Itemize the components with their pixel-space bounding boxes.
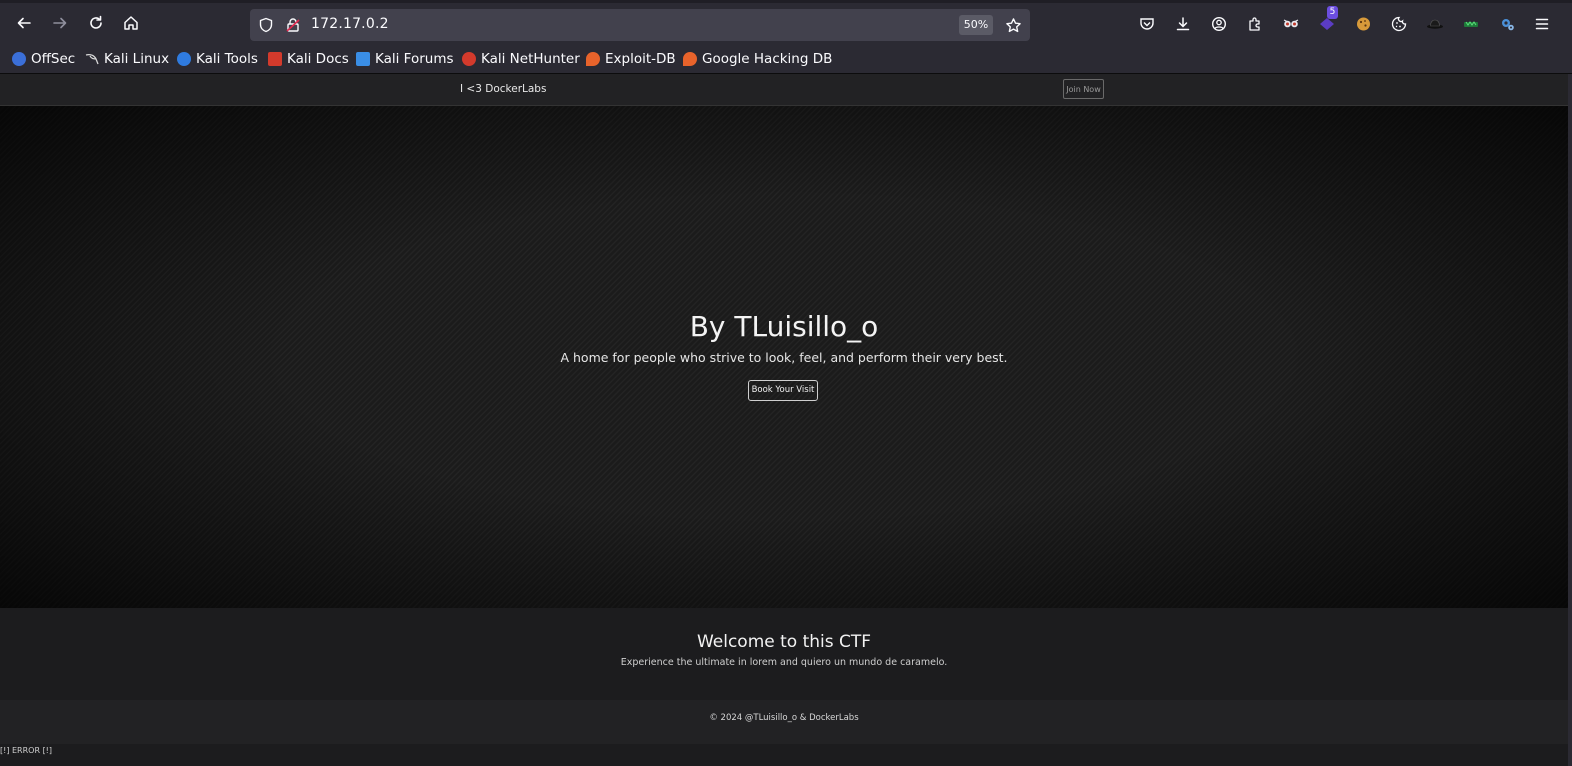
- join-now-button[interactable]: Join Now: [1063, 79, 1104, 99]
- bookmark-kali-forums[interactable]: Kali Forums: [356, 50, 454, 68]
- kali-tools-icon: [177, 52, 191, 66]
- footer-copyright: © 2024 @TLuisillo_o & DockerLabs: [709, 713, 859, 723]
- bookmark-label: OffSec: [31, 51, 76, 67]
- home-button[interactable]: [118, 10, 144, 36]
- bookmark-offsec[interactable]: OffSec: [12, 50, 75, 68]
- bookmark-kali-tools[interactable]: Kali Tools: [177, 50, 258, 68]
- extension-badge-count: 5: [1327, 6, 1338, 19]
- extension-badge-button[interactable]: 5: [1317, 6, 1338, 34]
- green-extension-icon: [1464, 21, 1478, 27]
- bookmark-kali-linux[interactable]: Kali Linux: [85, 50, 169, 68]
- book-visit-button[interactable]: Book Your Visit: [748, 380, 818, 401]
- owl-extension-icon: [1283, 19, 1299, 28]
- bookmark-label: Kali Linux: [104, 51, 170, 67]
- bookmark-label: Kali Tools: [196, 51, 258, 67]
- ghdb-icon: [683, 52, 697, 66]
- extension-hat-button[interactable]: [1425, 14, 1445, 34]
- reload-button[interactable]: [83, 10, 109, 36]
- cookie-editor-icon: [1356, 17, 1370, 31]
- hero-title: By TLuisillo_o: [689, 310, 879, 343]
- exploit-db-icon: [586, 52, 600, 66]
- welcome-section: Welcome to this CTF Experience the ultim…: [0, 608, 1568, 700]
- cookie-icon: [1391, 16, 1407, 32]
- extension-owl-button[interactable]: [1281, 14, 1301, 34]
- extension-cookie-button[interactable]: [1389, 14, 1409, 34]
- extension-cookie-editor-button[interactable]: [1353, 14, 1373, 34]
- kali-dragon-icon: [85, 52, 99, 66]
- pocket-button[interactable]: [1137, 14, 1157, 34]
- nethunter-icon: [462, 52, 476, 66]
- bookmark-label: Kali NetHunter: [481, 51, 580, 67]
- extension-wappalyzer-button[interactable]: [1461, 14, 1481, 34]
- page-content: I <3 DockerLabs Join Now By TLuisillo_o …: [0, 74, 1568, 766]
- reload-icon: [90, 15, 102, 29]
- bookmark-star-icon[interactable]: [1005, 17, 1022, 34]
- extension-gears-button[interactable]: [1497, 14, 1517, 34]
- account-button[interactable]: [1209, 14, 1229, 34]
- address-bar[interactable]: 172.17.0.2 50%: [250, 9, 1030, 41]
- bookmark-kali-nethunter[interactable]: Kali NetHunter: [462, 50, 580, 68]
- bookmark-google-hacking-db[interactable]: Google Hacking DB: [683, 50, 832, 68]
- hacker-hat-icon: [1427, 19, 1443, 29]
- welcome-title: Welcome to this CTF: [696, 632, 872, 652]
- site-footer: © 2024 @TLuisillo_o & DockerLabs: [0, 700, 1568, 744]
- account-icon: [1211, 16, 1227, 32]
- forward-button[interactable]: [47, 10, 73, 36]
- bookmark-exploit-db[interactable]: Exploit-DB: [586, 50, 676, 68]
- welcome-subtitle: Experience the ultimate in lorem and qui…: [620, 657, 948, 668]
- zoom-level-button[interactable]: 50%: [959, 15, 993, 35]
- url-text[interactable]: 172.17.0.2: [311, 16, 389, 32]
- arrow-left-icon: [17, 17, 31, 29]
- page-scrollbar[interactable]: [1568, 74, 1572, 766]
- site-header: I <3 DockerLabs Join Now: [0, 74, 1568, 106]
- kali-forums-icon: [356, 52, 370, 66]
- hero-section: By TLuisillo_o A home for people who str…: [0, 106, 1568, 608]
- downloads-button[interactable]: [1173, 14, 1193, 34]
- puzzle-icon: [1249, 17, 1260, 31]
- bookmark-label: Exploit-DB: [605, 51, 676, 67]
- app-menu-button[interactable]: [1532, 14, 1552, 34]
- arrow-right-icon: [53, 17, 67, 29]
- shield-icon[interactable]: [258, 17, 274, 33]
- offsec-icon: [12, 52, 26, 66]
- hamburger-menu-icon: [1535, 18, 1549, 30]
- site-brand[interactable]: I <3 DockerLabs: [460, 83, 546, 95]
- bookmark-label: Kali Docs: [287, 51, 349, 67]
- back-button[interactable]: [11, 10, 37, 36]
- bookmark-label: Kali Forums: [375, 51, 454, 67]
- bookmarks-toolbar: OffSec Kali Linux Kali Tools Kali Docs K…: [0, 44, 1572, 74]
- browser-toolbar: 172.17.0.2 50% 5: [0, 0, 1572, 44]
- insecure-lock-icon[interactable]: [285, 17, 301, 33]
- bookmark-kali-docs[interactable]: Kali Docs: [268, 50, 349, 68]
- gears-icon: [1501, 19, 1514, 31]
- extensions-button[interactable]: [1245, 14, 1265, 34]
- bookmark-label: Google Hacking DB: [702, 51, 833, 67]
- hero-subtitle: A home for people who strive to look, fe…: [560, 350, 1008, 365]
- kali-docs-icon: [268, 52, 282, 66]
- error-message: [!] ERROR [!]: [0, 746, 53, 755]
- pocket-icon: [1140, 18, 1154, 30]
- download-icon: [1176, 17, 1190, 31]
- home-icon: [124, 16, 138, 30]
